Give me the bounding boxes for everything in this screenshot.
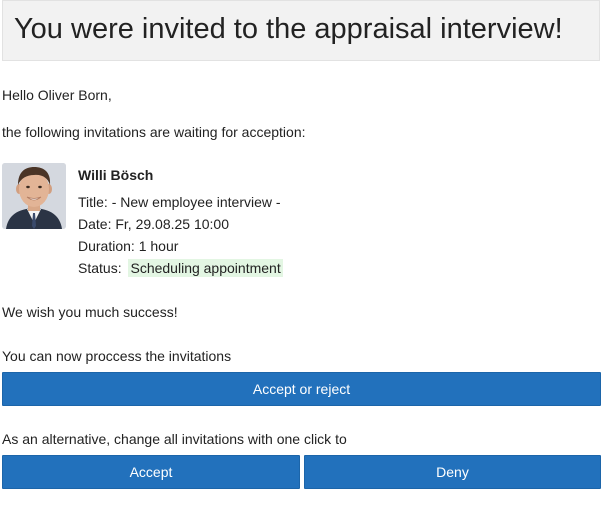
date-label: Date: <box>78 216 112 232</box>
date-line: Date: Fr, 29.08.25 10:00 <box>78 216 229 232</box>
duration-line: Duration: 1 hour <box>78 238 178 254</box>
accept-button[interactable]: Accept <box>2 455 300 489</box>
greeting-text: Hello Oliver Born, <box>2 87 112 103</box>
success-text: We wish you much success! <box>2 304 178 320</box>
avatar <box>2 163 66 229</box>
alternative-text: As an alternative, change all invitation… <box>2 431 347 447</box>
intro-text: the following invitations are waiting fo… <box>2 124 306 140</box>
status-line: Status: Scheduling appointment <box>78 259 283 277</box>
deny-button[interactable]: Deny <box>304 455 601 489</box>
process-text: You can now proccess the invitations <box>2 348 232 364</box>
status-label: Status: <box>78 260 122 276</box>
status-badge: Scheduling appointment <box>128 259 283 277</box>
title-line: Title: - New employee interview - <box>78 194 281 210</box>
accept-or-reject-button[interactable]: Accept or reject <box>2 372 601 406</box>
page-header: You were invited to the appraisal interv… <box>2 0 600 61</box>
page-title: You were invited to the appraisal interv… <box>14 13 563 45</box>
person-photo <box>2 163 66 229</box>
duration-value: 1 hour <box>138 238 179 254</box>
date-value: Fr, 29.08.25 10:00 <box>115 216 229 232</box>
invitation-card: Willi Bösch Title: - New employee interv… <box>2 163 600 283</box>
inviter-name: Willi Bösch <box>78 167 154 183</box>
duration-label: Duration: <box>78 238 135 254</box>
title-value: - New employee interview - <box>111 194 281 210</box>
title-label: Title: <box>78 194 108 210</box>
